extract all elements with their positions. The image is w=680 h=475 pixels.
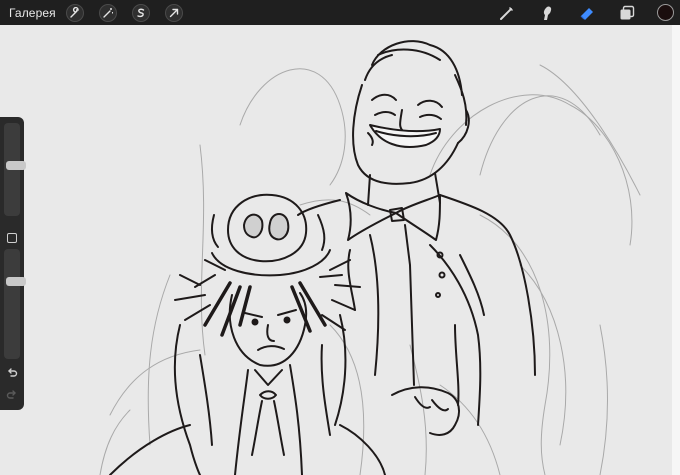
modify-button[interactable] — [7, 233, 17, 243]
opacity-thumb[interactable] — [6, 277, 26, 286]
undo-icon[interactable] — [5, 366, 19, 380]
transform-arrow-icon[interactable] — [164, 3, 183, 22]
redo-icon[interactable] — [5, 388, 19, 402]
brush-size-slider[interactable] — [4, 123, 26, 216]
opacity-slider[interactable] — [4, 249, 26, 359]
brush-icon[interactable] — [497, 3, 517, 23]
color-swatch[interactable] — [657, 4, 674, 21]
canvas-edge — [672, 25, 680, 475]
gallery-button[interactable]: Галерея — [9, 6, 56, 20]
selection-icon[interactable] — [131, 3, 150, 22]
wrench-icon[interactable] — [65, 3, 84, 22]
layers-icon[interactable] — [617, 3, 637, 23]
magic-wand-icon[interactable] — [98, 3, 117, 22]
eraser-icon[interactable] — [577, 3, 597, 23]
brush-size-thumb[interactable] — [6, 161, 26, 170]
top-toolbar: Галерея — [0, 0, 680, 25]
drawing-canvas[interactable] — [0, 25, 680, 475]
sketch-artwork — [99, 40, 641, 475]
smudge-icon[interactable] — [537, 3, 557, 23]
side-toolbar — [0, 117, 26, 410]
